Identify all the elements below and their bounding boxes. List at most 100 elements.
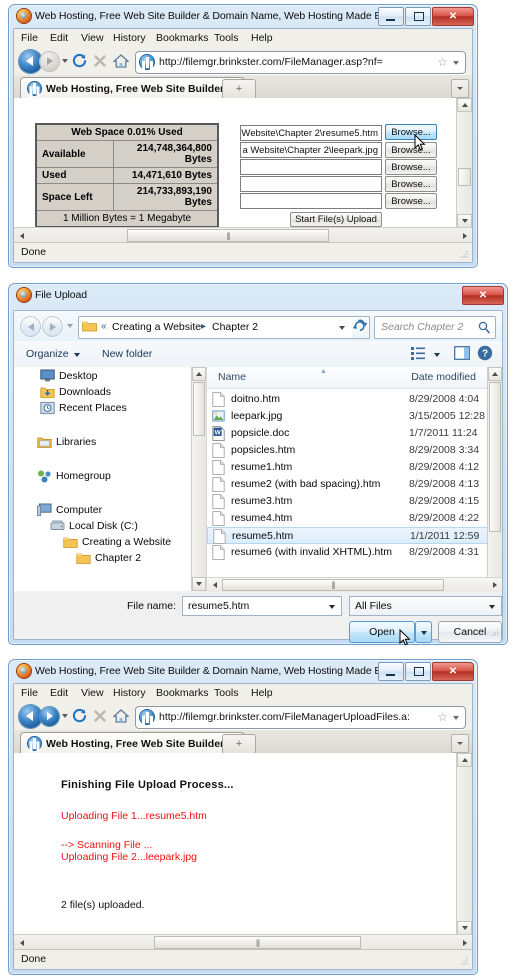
scroll-right-arrow[interactable]: [457, 228, 472, 243]
menu-tools[interactable]: Tools: [214, 32, 239, 44]
url-text[interactable]: http://filemgr.brinkster.com/FileManager…: [159, 711, 431, 723]
menu-tools[interactable]: Tools: [214, 687, 239, 699]
menu-history[interactable]: History: [113, 32, 146, 44]
browser-window-file-manager[interactable]: Web Hosting, Free Web Site Builder & Dom…: [8, 4, 478, 268]
stop-icon[interactable]: [93, 54, 107, 68]
new-folder-button[interactable]: New folder: [102, 348, 152, 360]
reload-icon[interactable]: [72, 53, 87, 69]
file-name[interactable]: popsicle.doc: [231, 427, 289, 439]
browse-button-5[interactable]: Browse...: [385, 193, 437, 209]
close-button[interactable]: ✕: [462, 286, 504, 305]
file-path-input-4[interactable]: [240, 176, 382, 192]
browser-tab[interactable]: Web Hosting, Free Web Site Builder ...: [20, 732, 245, 754]
tree-item-libraries[interactable]: Libraries: [56, 436, 96, 448]
file-name[interactable]: resume3.htm: [231, 495, 292, 507]
minimize-button[interactable]: [378, 662, 404, 681]
table-row[interactable]: resume4.htm 8/29/2008 4:22: [207, 510, 502, 527]
list-h-scroll-thumb[interactable]: [222, 579, 444, 591]
menu-help[interactable]: Help: [251, 687, 273, 699]
scroll-left-arrow[interactable]: [14, 228, 29, 243]
table-row[interactable]: resume1.htm 8/29/2008 4:12: [207, 459, 502, 476]
window2-titlebar[interactable]: File Upload ✕: [9, 284, 507, 307]
help-icon[interactable]: ?: [477, 345, 493, 361]
tab-list-menu-icon[interactable]: [451, 79, 469, 98]
recent-locations-icon[interactable]: [67, 324, 73, 328]
close-button[interactable]: ✕: [432, 7, 474, 26]
scroll-down-arrow[interactable]: [457, 921, 472, 935]
file-list-scrollbar[interactable]: [487, 367, 502, 591]
preview-pane-icon[interactable]: [454, 346, 470, 360]
reload-icon[interactable]: [72, 708, 87, 724]
breadcrumb-part-1[interactable]: Chapter 2: [212, 321, 258, 333]
window1-navbar[interactable]: http://filemgr.brinkster.com/FileManager…: [14, 48, 472, 75]
open-button[interactable]: Open: [349, 621, 415, 643]
tree-item-creating-a-website[interactable]: Creating a Website: [82, 536, 171, 548]
browser-tab[interactable]: Web Hosting, Free Web Site Builder ...: [20, 77, 245, 99]
history-dropdown-icon[interactable]: [62, 59, 68, 63]
resize-grip-icon[interactable]: [459, 957, 468, 966]
file-path-input-2[interactable]: g a Website\Chapter 2\leepark.jpg: [240, 142, 382, 158]
window3-tabstrip[interactable]: Web Hosting, Free Web Site Builder ...: [14, 730, 472, 754]
content-horizontal-scrollbar[interactable]: [14, 227, 472, 243]
browse-button-4[interactable]: Browse...: [385, 176, 437, 192]
scroll-up-arrow[interactable]: [457, 98, 472, 112]
bookmark-star-icon[interactable]: ☆: [437, 55, 448, 70]
open-split-arrow-button[interactable]: [415, 621, 432, 643]
search-input[interactable]: Search Chapter 2: [381, 321, 463, 333]
menu-view[interactable]: View: [81, 687, 104, 699]
file-name[interactable]: resume6 (with invalid XHTML).htm: [231, 546, 392, 558]
browse-button-1[interactable]: Browse...: [385, 124, 437, 140]
view-mode-icon[interactable]: [411, 347, 426, 360]
maximize-button[interactable]: [405, 662, 431, 681]
search-icon[interactable]: [478, 321, 490, 334]
menu-edit[interactable]: Edit: [50, 32, 68, 44]
filename-input[interactable]: resume5.htm: [182, 596, 342, 616]
file-name[interactable]: leepark.jpg: [231, 410, 282, 422]
dialog-back-button[interactable]: [20, 316, 41, 337]
new-tab-button[interactable]: [222, 79, 256, 98]
menu-history[interactable]: History: [113, 687, 146, 699]
file-name[interactable]: doitno.htm: [231, 393, 280, 405]
resize-grip-icon[interactable]: [459, 250, 468, 259]
back-button[interactable]: [19, 50, 42, 73]
dialog-toolbar[interactable]: Organize New folder ?: [14, 341, 502, 368]
navigation-pane[interactable]: Desktop Downloads Recent Places Librarie…: [14, 367, 206, 591]
filename-dropdown-icon[interactable]: [329, 605, 335, 609]
file-type-value[interactable]: All Files: [355, 600, 392, 612]
tree-item-downloads[interactable]: Downloads: [59, 386, 111, 398]
breadcrumb-dropdown-icon[interactable]: [339, 326, 345, 330]
file-list-pane[interactable]: Name ▲ Date modified doitno.htm 8/29/200…: [207, 367, 502, 591]
organize-caret-icon[interactable]: [74, 353, 80, 357]
table-row[interactable]: resume2 (with bad spacing).htm 8/29/2008…: [207, 476, 502, 493]
browser-window-upload-result[interactable]: Web Hosting, Free Web Site Builder & Dom…: [8, 659, 478, 975]
table-row[interactable]: popsicles.htm 8/29/2008 3:34: [207, 442, 502, 459]
list-scroll-thumb[interactable]: [489, 382, 501, 532]
menu-bookmarks[interactable]: Bookmarks: [156, 687, 209, 699]
stop-icon[interactable]: [93, 709, 107, 723]
navpane-scrollbar[interactable]: [191, 367, 206, 591]
window3-menubar[interactable]: File Edit View History Bookmarks Tools H…: [14, 684, 472, 703]
table-row[interactable]: resume6 (with invalid XHTML).htm 8/29/20…: [207, 544, 502, 561]
window1-titlebar[interactable]: Web Hosting, Free Web Site Builder & Dom…: [9, 5, 477, 28]
browse-button-3[interactable]: Browse...: [385, 159, 437, 175]
scroll-left-arrow[interactable]: [14, 935, 29, 950]
scroll-up-arrow[interactable]: [457, 753, 472, 767]
window2-controls[interactable]: ✕: [462, 286, 504, 305]
close-button[interactable]: ✕: [432, 662, 474, 681]
menu-bookmarks[interactable]: Bookmarks: [156, 32, 209, 44]
content-vertical-scrollbar[interactable]: [456, 98, 472, 228]
vertical-scroll-thumb[interactable]: [458, 168, 471, 186]
tree-item-chapter-2[interactable]: Chapter 2: [95, 552, 141, 564]
list-scroll-left[interactable]: [207, 578, 222, 592]
forward-button[interactable]: [40, 52, 59, 71]
refresh-button[interactable]: [352, 316, 370, 339]
home-icon[interactable]: [112, 708, 130, 724]
tree-item-computer[interactable]: Computer: [56, 504, 102, 516]
file-path-input-3[interactable]: [240, 159, 382, 175]
file-path-input-1[interactable]: a Website\Chapter 2\resume5.htm: [240, 125, 382, 141]
window3-titlebar[interactable]: Web Hosting, Free Web Site Builder & Dom…: [9, 660, 477, 683]
menu-file[interactable]: File: [21, 687, 38, 699]
menu-edit[interactable]: Edit: [50, 687, 68, 699]
resize-grip-icon[interactable]: [490, 628, 499, 637]
back-button[interactable]: [19, 705, 42, 728]
